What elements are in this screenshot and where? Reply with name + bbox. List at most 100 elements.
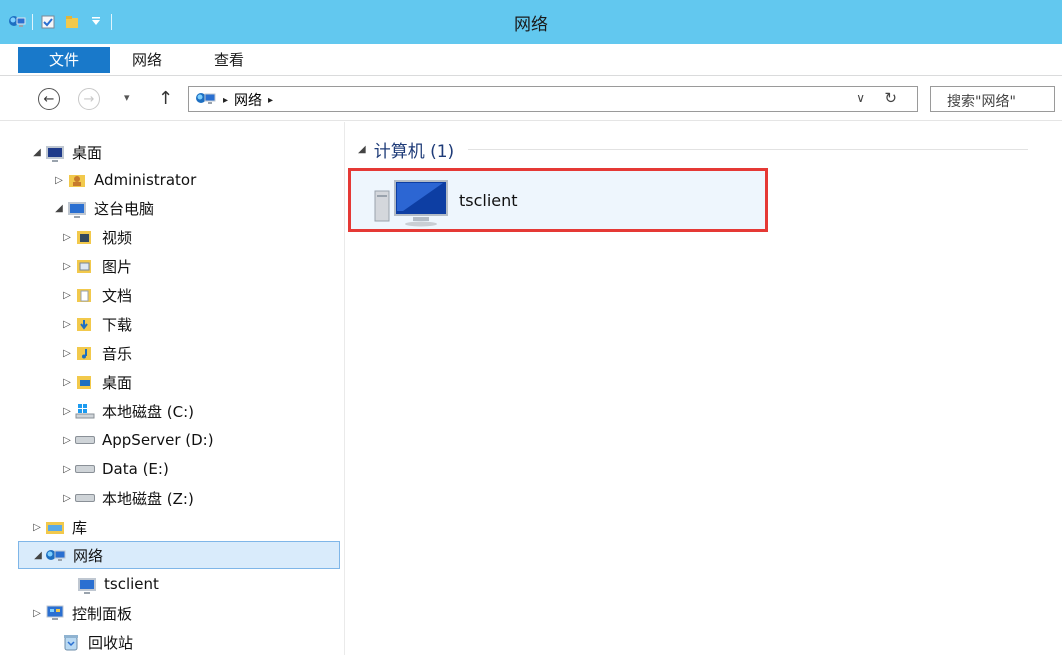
breadcrumb-item-network[interactable]: 网络	[234, 90, 262, 110]
tab-view[interactable]: 查看	[200, 44, 258, 76]
collapsed-icon[interactable]: ▷	[52, 175, 66, 186]
breadcrumb: ▸ 网络 ▸	[195, 90, 273, 110]
collapsed-icon[interactable]: ▷	[60, 261, 74, 272]
tab-file[interactable]: 文件	[18, 47, 110, 73]
collapsed-icon[interactable]: ▷	[60, 493, 74, 504]
expanded-icon[interactable]: ◢	[31, 550, 45, 561]
title-bar: 网络	[0, 0, 1062, 44]
nav-item-tsclient[interactable]: tsclient	[76, 570, 159, 598]
nav-item-administrator[interactable]: ▷ Administrator	[52, 166, 196, 194]
nav-item-label: 本地磁盘 (C:)	[102, 402, 194, 421]
tab-network[interactable]: 网络	[118, 44, 176, 76]
nav-item-label: 桌面	[72, 143, 103, 162]
nav-item-libraries[interactable]: ▷ 库	[30, 513, 87, 541]
nav-item-label: 音乐	[102, 344, 133, 363]
collapsed-icon[interactable]: ▷	[30, 608, 44, 619]
collapsed-icon[interactable]: ▷	[60, 377, 74, 388]
desktop-folder-icon	[74, 373, 96, 391]
music-icon	[74, 344, 96, 362]
nav-item-drive-d[interactable]: ▷ AppServer (D:)	[60, 426, 214, 454]
downloads-icon	[74, 315, 96, 333]
collapsed-icon[interactable]: ▷	[60, 290, 74, 301]
nav-item-label: 文档	[102, 286, 133, 305]
nav-item-label: 桌面	[102, 373, 133, 392]
navigation-pane[interactable]: ◢ 桌面 ▷ Administrator ◢ 这台电脑 ▷ 视频 ▷ 图片 ▷ …	[0, 122, 345, 655]
up-arrow-icon: ↑	[158, 88, 174, 109]
forward-button[interactable]: →	[78, 88, 100, 110]
drive-icon	[74, 489, 96, 507]
nav-item-label: tsclient	[104, 575, 159, 593]
network-icon	[45, 546, 67, 564]
expanded-icon[interactable]: ◢	[358, 144, 366, 155]
search-input[interactable]: 搜索"网络"	[930, 86, 1055, 112]
pictures-icon	[74, 257, 96, 275]
search-placeholder: 搜索"网络"	[947, 94, 1016, 110]
chevron-down-icon: ▾	[124, 91, 130, 104]
nav-item-recycle-bin[interactable]: 回收站	[44, 628, 133, 655]
collapsed-icon[interactable]: ▷	[60, 464, 74, 475]
collapsed-icon[interactable]: ▷	[60, 232, 74, 243]
nav-item-downloads[interactable]: ▷ 下载	[60, 310, 132, 338]
collapsed-icon[interactable]: ▷	[60, 435, 74, 446]
nav-item-drive-c[interactable]: ▷ 本地磁盘 (C:)	[60, 397, 194, 425]
desktop-icon	[44, 143, 66, 162]
nav-item-label: Data (E:)	[102, 460, 169, 478]
drive-icon	[74, 431, 96, 449]
address-bar[interactable]: ▸ 网络 ▸ ∨ ↻	[188, 86, 918, 112]
breadcrumb-separator-icon[interactable]: ▸	[268, 95, 273, 106]
control-panel-icon	[44, 604, 66, 622]
network-computer-icon	[373, 177, 449, 231]
nav-item-label: 本地磁盘 (Z:)	[102, 489, 194, 508]
nav-item-network[interactable]: ◢ 网络	[18, 541, 340, 569]
back-button[interactable]: ←	[38, 88, 60, 110]
collapsed-icon[interactable]: ▷	[60, 319, 74, 330]
nav-item-pictures[interactable]: ▷ 图片	[60, 252, 132, 280]
nav-item-desktop-root[interactable]: ◢ 桌面	[30, 138, 102, 166]
nav-item-drive-e[interactable]: ▷ Data (E:)	[60, 455, 169, 483]
group-divider	[468, 149, 1029, 150]
ribbon: 文件 网络 查看	[0, 44, 1062, 76]
nav-item-this-pc[interactable]: ◢ 这台电脑	[52, 194, 154, 222]
network-item-label: tsclient	[459, 191, 518, 210]
group-header-computers[interactable]: ◢ 计算机 (1)	[358, 137, 1029, 162]
collapsed-icon[interactable]: ▷	[60, 406, 74, 417]
nav-item-label: 网络	[73, 546, 104, 565]
nav-item-label: 库	[72, 518, 88, 537]
recycle-bin-icon	[60, 633, 82, 651]
network-item-tsclient[interactable]: tsclient	[348, 168, 768, 232]
nav-item-label: Administrator	[94, 171, 197, 189]
collapsed-icon[interactable]: ▷	[30, 522, 44, 533]
nav-item-label: 视频	[102, 228, 133, 247]
nav-item-control-panel[interactable]: ▷ 控制面板	[30, 599, 132, 627]
nav-item-documents[interactable]: ▷ 文档	[60, 281, 132, 309]
videos-icon	[74, 228, 96, 246]
expanded-icon[interactable]: ◢	[30, 147, 44, 158]
nav-item-label: 下载	[102, 315, 133, 334]
nav-item-desktop[interactable]: ▷ 桌面	[60, 368, 132, 396]
computer-icon	[66, 199, 88, 218]
address-dropdown-icon[interactable]: ∨	[856, 91, 865, 105]
group-header-label: 计算机 (1)	[373, 142, 455, 162]
nav-item-label: AppServer (D:)	[102, 431, 214, 449]
up-button[interactable]: ↑	[158, 88, 173, 109]
computer-icon	[76, 575, 98, 594]
nav-item-label: 这台电脑	[94, 199, 155, 218]
nav-item-videos[interactable]: ▷ 视频	[60, 223, 132, 251]
drive-icon	[74, 460, 96, 478]
breadcrumb-separator-icon[interactable]: ▸	[223, 95, 228, 106]
forward-arrow-icon: →	[83, 91, 95, 107]
refresh-icon[interactable]: ↻	[884, 89, 897, 107]
recent-locations-button[interactable]: ▾	[124, 91, 130, 104]
nav-item-label: 回收站	[88, 633, 134, 652]
network-icon[interactable]	[195, 90, 217, 110]
libraries-icon	[44, 518, 66, 536]
collapsed-icon[interactable]: ▷	[60, 348, 74, 359]
window-title: 网络	[514, 15, 548, 35]
nav-item-music[interactable]: ▷ 音乐	[60, 339, 132, 367]
nav-item-drive-z[interactable]: ▷ 本地磁盘 (Z:)	[60, 484, 194, 512]
nav-item-label: 图片	[102, 257, 133, 276]
expanded-icon[interactable]: ◢	[52, 203, 66, 214]
documents-icon	[74, 286, 96, 304]
windows-drive-icon	[74, 402, 96, 420]
nav-item-label: 控制面板	[72, 604, 133, 623]
